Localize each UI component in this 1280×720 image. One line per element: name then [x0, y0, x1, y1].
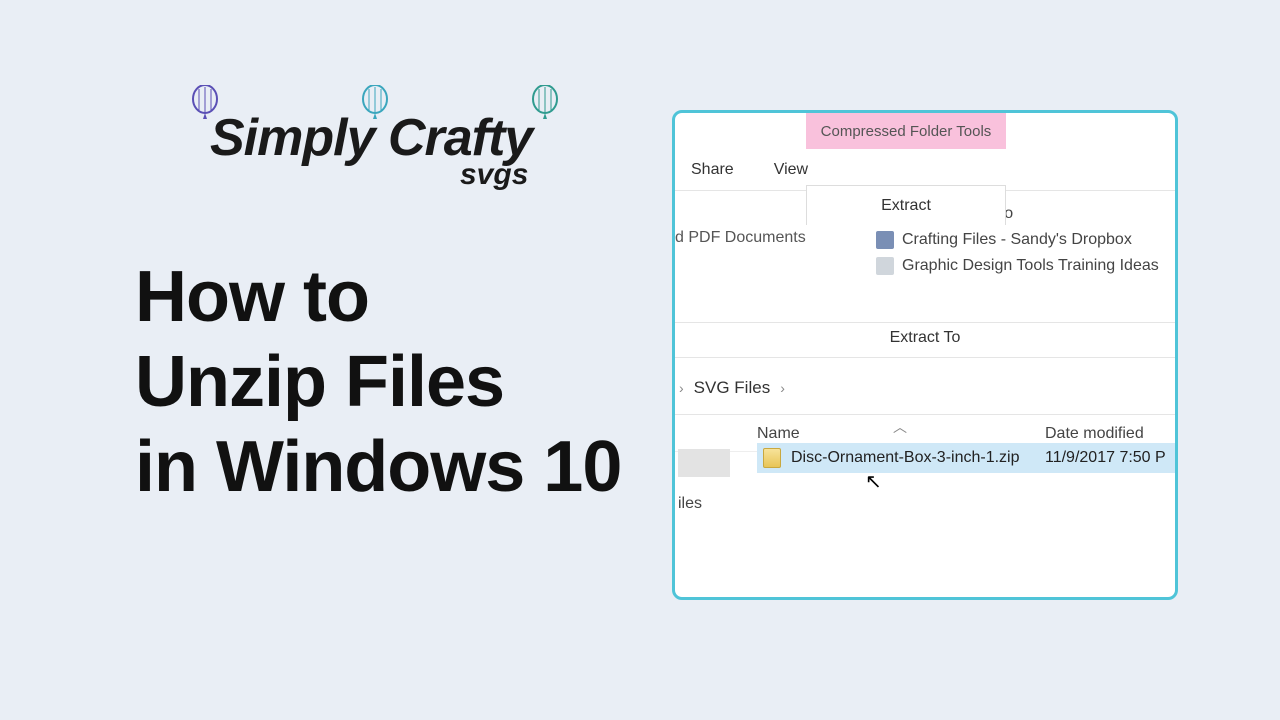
destination-label: Graphic Design Tools Training Ideas	[902, 257, 1159, 275]
chevron-right-icon: ›	[780, 380, 785, 396]
sort-ascending-icon[interactable]: ︿	[893, 417, 907, 437]
balloon-icon	[530, 85, 560, 133]
nav-item-fragment[interactable]	[678, 449, 730, 477]
destination-label: Crafting Files - Sandy's Dropbox	[902, 231, 1132, 249]
nav-text-fragment[interactable]: iles	[675, 495, 735, 513]
breadcrumb-folder[interactable]: SVG Files	[694, 378, 771, 398]
logo-sub-text: svgs	[460, 158, 580, 192]
column-header-date[interactable]: Date modified	[1045, 425, 1175, 443]
dropbox-icon	[876, 231, 894, 249]
headline-line-3: in Windows 10	[135, 425, 621, 510]
nav-pane-fragment: iles	[675, 443, 735, 513]
breadcrumb[interactable]: › SVG Files ›	[675, 358, 1175, 415]
file-explorer-window: Compressed Folder Tools Share View Extra…	[672, 110, 1178, 600]
file-date-modified: 11/9/2017 7:50 P	[1045, 449, 1175, 467]
folder-icon	[876, 257, 894, 275]
zip-file-icon	[763, 448, 781, 468]
extract-destination[interactable]: Graphic Design Tools Training Ideas	[870, 253, 1175, 279]
headline-line-2: Unzip Files	[135, 340, 621, 425]
ribbon-group-label: Extract To	[675, 323, 1175, 358]
extract-destination[interactable]: Crafting Files - Sandy's Dropbox	[870, 227, 1175, 253]
page-headline: How to Unzip Files in Windows 10	[135, 255, 621, 510]
brand-logo: Simply Crafty svgs	[180, 85, 580, 192]
file-row-selected[interactable]: Disc-Ornament-Box-3-inch-1.zip 11/9/2017…	[757, 443, 1175, 473]
file-name: Disc-Ornament-Box-3-inch-1.zip	[791, 449, 1035, 467]
contextual-tab-header: Compressed Folder Tools	[806, 113, 1006, 149]
tab-share[interactable]: Share	[672, 150, 754, 190]
tab-view[interactable]: View	[754, 150, 828, 190]
chevron-right-icon: ›	[679, 380, 684, 396]
headline-line-1: How to	[135, 255, 621, 340]
tab-extract[interactable]: Extract	[806, 185, 1006, 225]
ribbon-tab-bar: Compressed Folder Tools Share View Extra…	[675, 113, 1175, 191]
